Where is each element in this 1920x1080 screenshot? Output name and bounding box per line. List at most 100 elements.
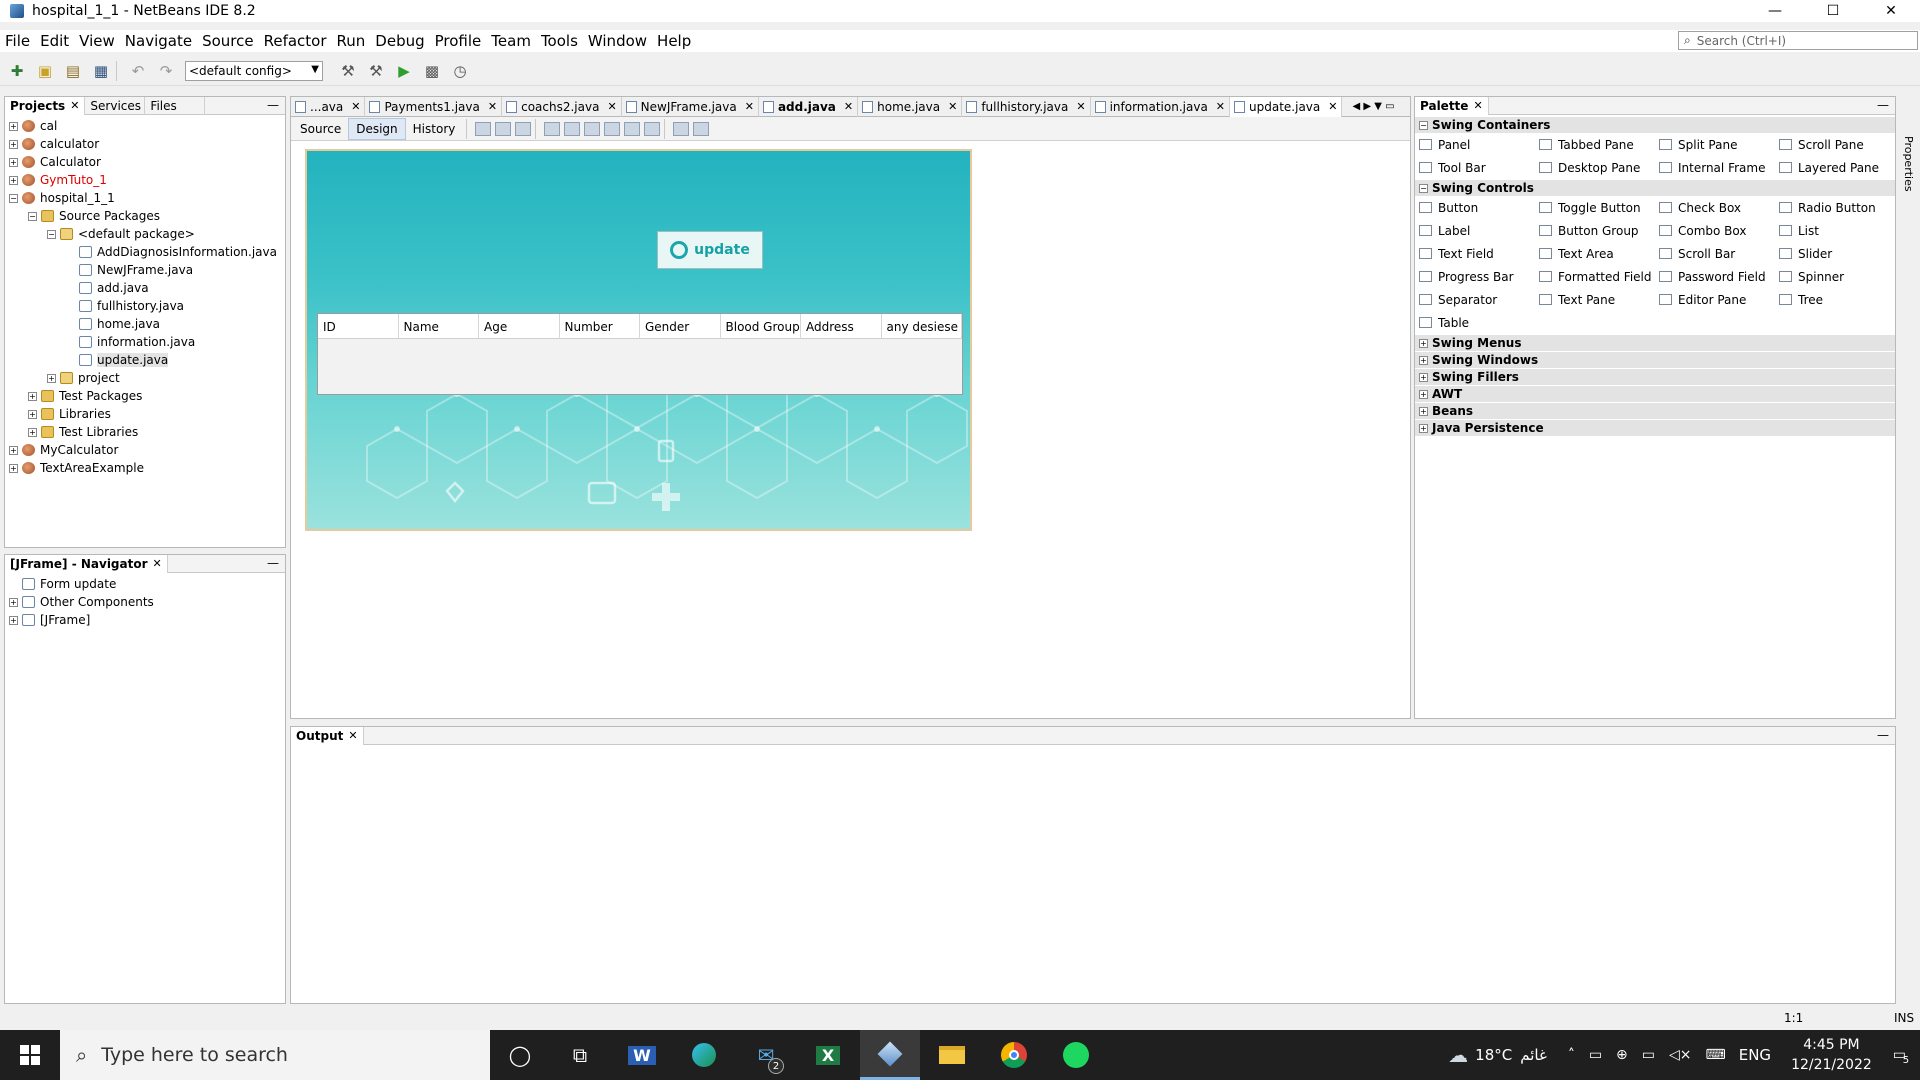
notifications-icon[interactable]: ▭ 5 — [1893, 1047, 1909, 1066]
align-bottom-icon[interactable] — [624, 121, 641, 136]
collapse-icon[interactable]: − — [9, 193, 18, 203]
properties-strip[interactable]: Properties — [1900, 96, 1918, 216]
close-icon[interactable]: ✕ — [1473, 99, 1482, 112]
palette-item[interactable]: Scroll Pane — [1779, 133, 1899, 156]
config-select[interactable]: <default config> ▼ — [185, 60, 323, 81]
properties-side-tab[interactable]: Properties — [1902, 136, 1915, 192]
palette-item[interactable]: Progress Bar — [1419, 265, 1539, 288]
column-header[interactable]: Age — [479, 314, 560, 339]
tree-item[interactable]: + Calculator — [5, 153, 285, 171]
collapse-icon[interactable]: − — [28, 211, 37, 221]
network-icon[interactable]: ▭ — [1589, 1047, 1602, 1063]
palette-item[interactable]: Text Field — [1419, 242, 1539, 265]
new-project-icon[interactable]: ▣ — [34, 60, 56, 82]
patient-table[interactable]: ID Name Age Number Gender Blood Group Address a… — [317, 313, 963, 395]
tree-item[interactable]: update.java — [5, 351, 285, 369]
palette-item[interactable]: Toggle Button — [1539, 196, 1659, 219]
chevron-up-icon[interactable]: ˄ — [1568, 1047, 1575, 1063]
menu-tools[interactable]: Tools — [536, 32, 583, 50]
expand-icon[interactable]: + — [9, 597, 18, 607]
palette-item[interactable]: Split Pane — [1659, 133, 1779, 156]
align-center-icon[interactable] — [584, 121, 601, 136]
resize-vertical-icon[interactable] — [693, 121, 710, 136]
navigator-item[interactable]: + Other Components — [5, 593, 285, 611]
tree-item[interactable]: + calculator — [5, 135, 285, 153]
expand-icon[interactable]: + — [9, 139, 18, 149]
palette-item[interactable]: Spinner — [1779, 265, 1899, 288]
editor-tab[interactable]: NewJFrame.java ✕ — [622, 96, 759, 117]
menu-team[interactable]: Team — [486, 32, 536, 50]
start-button[interactable] — [0, 1030, 60, 1080]
expand-icon[interactable]: + — [47, 373, 56, 383]
palette-item[interactable]: List — [1779, 219, 1899, 242]
battery-icon[interactable]: ▭ — [1642, 1047, 1655, 1063]
expand-icon[interactable]: + — [28, 409, 37, 419]
minimize-panel-icon[interactable]: — — [267, 556, 279, 570]
chrome-icon[interactable] — [984, 1030, 1044, 1080]
tree-item[interactable]: − <default package> — [5, 225, 285, 243]
selection-mode-icon[interactable] — [475, 121, 492, 136]
editor-tab[interactable]: add.java ✕ — [759, 96, 859, 117]
editor-tab[interactable]: Payments1.java ✕ — [365, 96, 503, 117]
palette-item[interactable]: Text Area — [1539, 242, 1659, 265]
palette-category[interactable]: + Swing Menus — [1415, 335, 1895, 351]
expand-icon[interactable]: + — [9, 175, 18, 185]
palette-category[interactable]: − Swing Containers — [1415, 117, 1895, 133]
run-icon[interactable]: ▶ — [393, 60, 415, 82]
new-file-icon[interactable]: ✚ — [6, 60, 28, 82]
column-header[interactable]: Name — [399, 314, 479, 339]
tree-item[interactable]: + Test Libraries — [5, 423, 285, 441]
minimize-panel-icon[interactable]: — — [267, 98, 279, 112]
expand-icon[interactable]: + — [1419, 338, 1428, 348]
palette-item[interactable]: Tree — [1779, 288, 1899, 311]
close-icon[interactable]: ✕ — [348, 729, 357, 742]
tab-scroll-controls[interactable]: ◀ ▶ ▼ ▭ — [1352, 101, 1394, 112]
palette-item[interactable]: Radio Button — [1779, 196, 1899, 219]
expand-icon[interactable]: + — [9, 463, 18, 473]
column-header[interactable]: Address — [801, 314, 882, 339]
debug-icon[interactable]: ▩ — [421, 60, 443, 82]
collapse-icon[interactable]: − — [47, 229, 56, 239]
menu-file[interactable]: File — [0, 32, 35, 50]
close-icon[interactable]: ✕ — [1076, 100, 1085, 113]
editor-tab[interactable]: fullhistory.java ✕ — [962, 96, 1091, 117]
tab-history[interactable]: History — [406, 119, 463, 139]
expand-icon[interactable]: + — [1419, 372, 1428, 382]
expand-icon[interactable]: + — [1419, 423, 1428, 433]
expand-icon[interactable]: + — [28, 391, 37, 401]
menu-help[interactable]: Help — [652, 32, 696, 50]
tab-services[interactable]: Services — [85, 96, 146, 115]
tree-item[interactable]: add.java — [5, 279, 285, 297]
editor-tab[interactable]: home.java ✕ — [858, 96, 963, 117]
collapse-icon[interactable]: − — [1419, 120, 1428, 130]
edge-icon[interactable] — [674, 1030, 734, 1080]
close-icon[interactable]: ✕ — [948, 100, 957, 113]
palette-category[interactable]: + AWT — [1415, 386, 1895, 402]
palette-item[interactable]: Scroll Bar — [1659, 242, 1779, 265]
navigator-item[interactable]: Form update — [5, 575, 285, 593]
palette-item[interactable]: Tool Bar — [1419, 156, 1539, 179]
menu-window[interactable]: Window — [583, 32, 652, 50]
undo-icon[interactable]: ↶ — [127, 60, 149, 82]
palette-item[interactable]: Button Group — [1539, 219, 1659, 242]
editor-tab[interactable]: coachs2.java ✕ — [502, 96, 622, 117]
column-header[interactable]: Number — [560, 314, 640, 339]
tree-item[interactable]: − hospital_1_1 — [5, 189, 285, 207]
build-icon[interactable]: ⚒ — [337, 60, 359, 82]
menu-view[interactable]: View — [74, 32, 120, 50]
expand-icon[interactable]: + — [9, 157, 18, 167]
palette-item[interactable]: Formatted Field — [1539, 265, 1659, 288]
tree-item[interactable]: AddDiagnosisInformation.java — [5, 243, 285, 261]
redo-icon[interactable]: ↷ — [155, 60, 177, 82]
column-header[interactable]: Gender — [640, 314, 721, 339]
weather-temp[interactable]: 18°C — [1475, 1046, 1512, 1064]
palette-item[interactable]: Combo Box — [1659, 219, 1779, 242]
editor-tab[interactable]: update.java ✕ — [1230, 96, 1343, 117]
netbeans-taskbar-icon[interactable] — [860, 1030, 920, 1080]
menu-profile[interactable]: Profile — [430, 32, 487, 50]
column-header[interactable]: ID — [318, 314, 399, 339]
minimize-panel-icon[interactable]: — — [1877, 728, 1889, 742]
close-icon[interactable]: ✕ — [351, 100, 360, 113]
clock[interactable]: 4:45 PM 12/21/2022 — [1791, 1035, 1872, 1075]
palette-item[interactable]: Layered Pane — [1779, 156, 1899, 179]
